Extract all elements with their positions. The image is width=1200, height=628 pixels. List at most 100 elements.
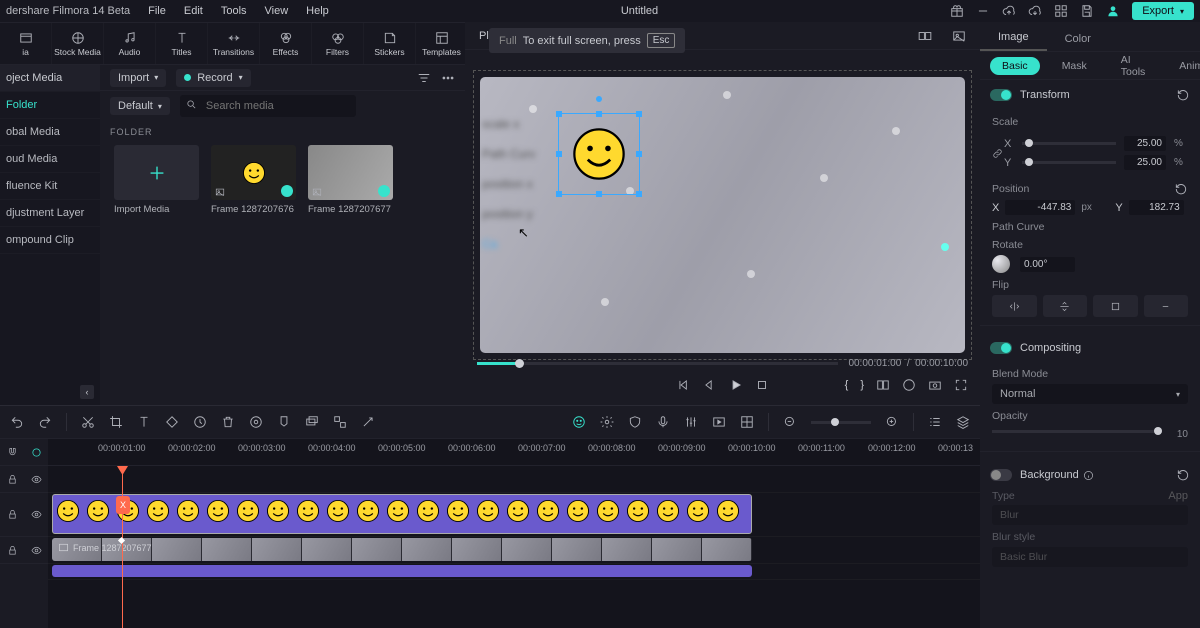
flip-h-button[interactable]	[992, 295, 1037, 317]
list-icon[interactable]	[928, 415, 942, 429]
brace-open-icon[interactable]: {	[845, 379, 849, 391]
crop-tool-icon[interactable]	[109, 415, 123, 429]
player-scrubber[interactable]: 00:00:01:00 / 00:00:10:00	[477, 357, 968, 369]
render-icon[interactable]	[712, 415, 726, 429]
tab-templates[interactable]: Templates	[416, 23, 468, 64]
background-toggle[interactable]	[990, 469, 1012, 481]
text-tool-icon[interactable]	[137, 415, 151, 429]
info-icon[interactable]	[1083, 470, 1094, 481]
blend-mode-select[interactable]: Normal▾	[992, 384, 1188, 404]
layout-icon[interactable]	[740, 415, 754, 429]
record-dropdown[interactable]: Record▾	[176, 69, 250, 87]
import-dropdown[interactable]: Import▾	[110, 69, 166, 87]
sidebar-cloud-media[interactable]: oud Media	[0, 146, 100, 173]
tab-media[interactable]: ia	[0, 23, 52, 64]
delete-icon[interactable]	[221, 415, 235, 429]
camera-icon[interactable]	[928, 378, 942, 392]
speed-icon[interactable]	[193, 415, 207, 429]
timeline-clip-smiley[interactable]	[52, 494, 752, 534]
pos-y-input[interactable]	[1129, 200, 1184, 215]
tab-stickers[interactable]: Stickers	[364, 23, 416, 64]
lock-icon[interactable]	[7, 474, 18, 485]
playhead[interactable]	[122, 466, 123, 628]
menu-view[interactable]: View	[265, 5, 289, 17]
bg-style-select[interactable]: Basic Blur	[992, 547, 1188, 567]
more-icon[interactable]	[441, 71, 455, 85]
sidebar-collapse-button[interactable]: ‹	[80, 385, 94, 399]
rotate-input[interactable]	[1020, 257, 1075, 272]
export-button[interactable]: Export▾	[1132, 2, 1194, 20]
magnet-icon[interactable]	[7, 447, 18, 458]
pos-x-input[interactable]	[1005, 200, 1075, 215]
subt-animation[interactable]: Animation	[1167, 57, 1200, 75]
reset-transform-icon[interactable]	[1176, 88, 1190, 102]
flip-v-button[interactable]	[1043, 295, 1088, 317]
import-media-tile[interactable]: Import Media	[114, 145, 199, 215]
media-thumb-1[interactable]: Frame 1287207676	[211, 145, 296, 215]
tab-transitions[interactable]: Transitions	[208, 23, 260, 64]
reset-background-icon[interactable]	[1176, 468, 1190, 482]
redo-icon[interactable]	[38, 415, 52, 429]
scale-y-input[interactable]	[1124, 155, 1166, 170]
ungroup-icon[interactable]	[333, 415, 347, 429]
link-scale-icon[interactable]	[992, 132, 1004, 174]
scale-x-input[interactable]	[1124, 136, 1166, 151]
fullscreen-icon[interactable]	[954, 378, 968, 392]
menu-file[interactable]: File	[148, 5, 166, 17]
sort-icon[interactable]	[417, 71, 431, 85]
save-icon[interactable]	[1080, 4, 1094, 18]
path-curve-label[interactable]: Path Curve	[992, 221, 1188, 233]
mixer-icon[interactable]	[684, 415, 698, 429]
cut-icon[interactable]	[81, 415, 95, 429]
eye-icon[interactable]	[31, 474, 42, 485]
zoom-out-icon[interactable]	[783, 415, 797, 429]
snapshot-icon[interactable]	[952, 29, 966, 43]
default-dropdown[interactable]: Default▾	[110, 97, 170, 115]
user-icon[interactable]	[1106, 4, 1120, 18]
transform-toggle[interactable]	[990, 89, 1012, 101]
play-button[interactable]	[729, 378, 743, 392]
eye-icon[interactable]	[31, 545, 42, 556]
zoom-slider[interactable]	[811, 421, 871, 424]
inspector-tab-color[interactable]: Color	[1047, 27, 1109, 51]
tab-stock-media[interactable]: Stock Media	[52, 23, 104, 64]
undo-icon[interactable]	[10, 415, 24, 429]
timeline-marker[interactable]: X	[116, 496, 130, 514]
magic-icon[interactable]	[361, 415, 375, 429]
lock-icon[interactable]	[7, 545, 18, 556]
bg-apply-label[interactable]: App	[1168, 490, 1188, 502]
subt-basic[interactable]: Basic	[990, 57, 1040, 75]
sidebar-global-media[interactable]: obal Media	[0, 119, 100, 146]
sidebar-influence-kit[interactable]: fluence Kit	[0, 173, 100, 200]
subt-ai-tools[interactable]: AI Tools	[1109, 51, 1158, 81]
prev-frame-button[interactable]	[677, 378, 691, 392]
scale-x-slider[interactable]	[1022, 142, 1116, 145]
timeline-clip-video[interactable]: Frame 1287207677	[52, 538, 752, 561]
bg-type-select[interactable]: Blur	[992, 505, 1188, 525]
brace-close-icon[interactable]: }	[860, 379, 864, 391]
player-viewport[interactable]: scale x Path Curv position x position y …	[473, 70, 972, 360]
minus-icon[interactable]	[976, 4, 990, 18]
menu-edit[interactable]: Edit	[184, 5, 203, 17]
ai-face-icon[interactable]	[572, 415, 586, 429]
quality-icon[interactable]	[902, 378, 916, 392]
rotate-dial[interactable]	[992, 255, 1010, 273]
menu-tools[interactable]: Tools	[221, 5, 247, 17]
split-view-icon[interactable]	[876, 378, 890, 392]
marker-icon[interactable]	[277, 415, 291, 429]
search-input[interactable]	[180, 95, 356, 117]
reset-position-icon[interactable]	[1174, 182, 1188, 196]
layers-icon[interactable]	[956, 415, 970, 429]
shield-icon[interactable]	[628, 415, 642, 429]
eye-icon[interactable]	[31, 509, 42, 520]
zoom-in-icon[interactable]	[885, 415, 899, 429]
selected-clip-overlay[interactable]	[558, 113, 640, 195]
menu-help[interactable]: Help	[306, 5, 329, 17]
cloud-upload-icon[interactable]	[1002, 4, 1016, 18]
scale-y-slider[interactable]	[1022, 161, 1116, 164]
sidebar-header[interactable]: oject Media	[0, 65, 100, 92]
color-icon[interactable]	[249, 415, 263, 429]
stop-button[interactable]	[755, 378, 769, 392]
mic-icon[interactable]	[656, 415, 670, 429]
tab-audio[interactable]: Audio	[104, 23, 156, 64]
